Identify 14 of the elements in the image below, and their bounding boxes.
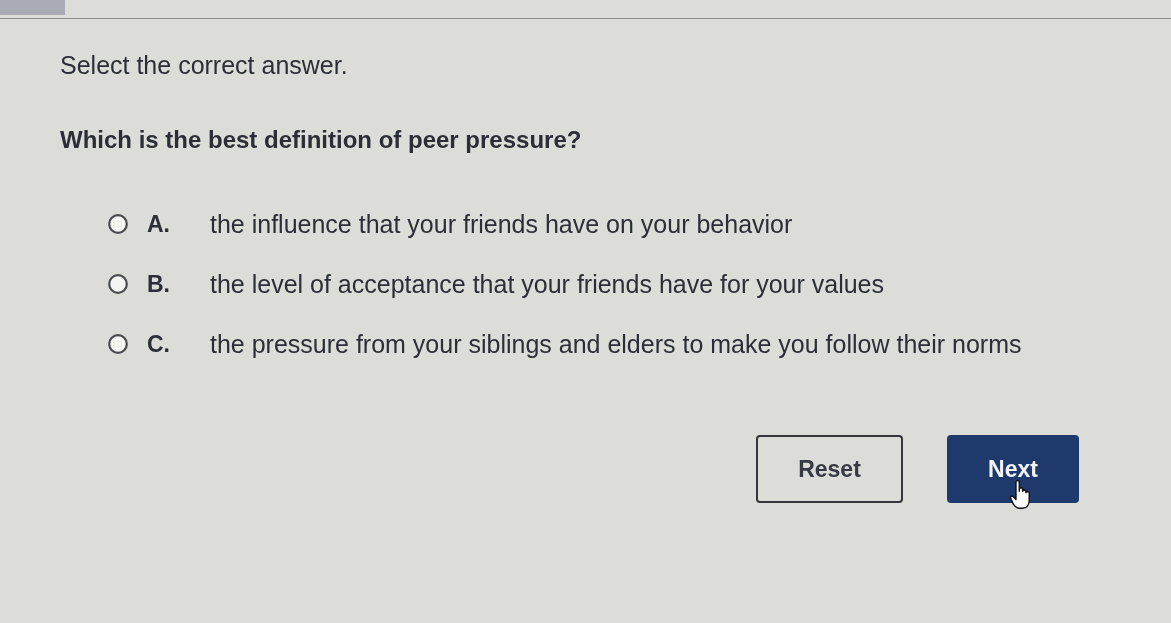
question-text: Which is the best definition of peer pressure? [60, 127, 582, 153]
option-text[interactable]: the level of acceptance that your friends have for your values [210, 270, 884, 298]
reset-button[interactable]: Reset [756, 435, 903, 503]
option-text[interactable]: the pressure from your siblings and elders to make you follow their norms [210, 330, 1022, 358]
radio-button[interactable] [108, 274, 128, 294]
next-button[interactable]: Next [947, 435, 1079, 503]
option-letter: C. [147, 331, 170, 357]
header-strip [0, 0, 65, 15]
instruction-text: Select the correct answer. [60, 52, 348, 78]
option-letter: A. [147, 211, 170, 237]
radio-button[interactable] [108, 214, 128, 234]
option-text[interactable]: the influence that your friends have on your behavior [210, 210, 793, 238]
radio-button[interactable] [108, 334, 128, 354]
option-letter: B. [147, 271, 170, 297]
